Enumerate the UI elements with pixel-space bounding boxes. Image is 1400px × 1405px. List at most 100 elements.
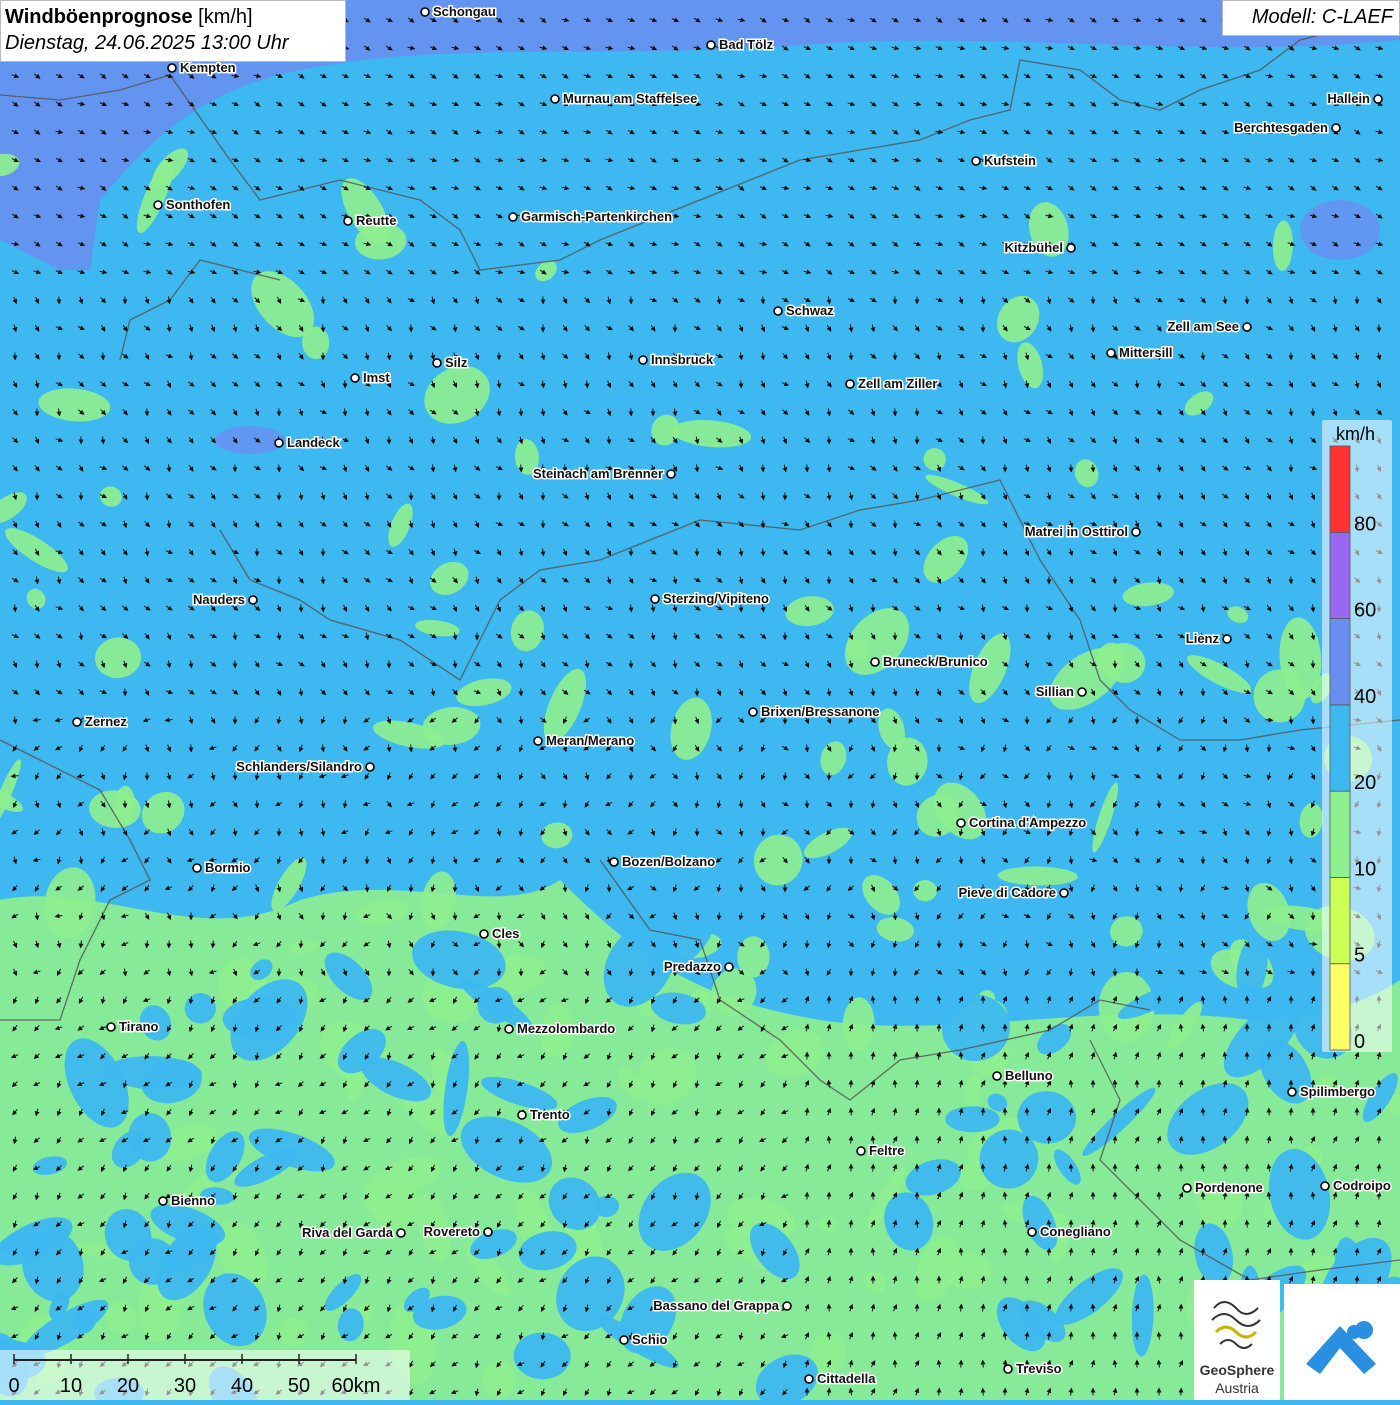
strong-gust-area xyxy=(215,426,285,454)
city-name: Cittadella xyxy=(817,1371,876,1386)
city-name: Schongau xyxy=(433,4,496,19)
legend-band xyxy=(1330,877,1350,963)
city-name: Belluno xyxy=(1005,1068,1053,1083)
wind-arrow xyxy=(1181,1333,1182,1340)
city-marker[interactable]: Garmisch-Partenkirchen xyxy=(509,209,672,224)
city-marker[interactable]: Berchtesgaden xyxy=(1234,120,1340,135)
city-marker[interactable]: Bozen/Bolzano xyxy=(610,854,715,869)
title-unit: [km/h] xyxy=(198,6,252,28)
app-logo[interactable] xyxy=(1284,1284,1400,1400)
city-marker[interactable]: Matrei in Osttirol xyxy=(1025,524,1140,539)
city-dot xyxy=(366,763,374,771)
city-marker[interactable]: Murnau am Staffelsee xyxy=(551,91,697,106)
city-marker[interactable]: Sonthofen xyxy=(154,197,230,212)
wind-gust-map[interactable]: SchongauBad TölzKemptenMurnau am Staffel… xyxy=(0,0,1400,1400)
city-name: Mittersill xyxy=(1119,345,1172,360)
city-name: Bormio xyxy=(205,860,251,875)
city-dot xyxy=(518,1111,526,1119)
city-marker[interactable]: Pieve di Cadore xyxy=(958,885,1068,900)
city-name: Riva del Garda xyxy=(302,1225,394,1240)
scale-label: 60km xyxy=(332,1375,381,1397)
city-name: Trento xyxy=(530,1107,570,1122)
city-marker[interactable]: Riva del Garda xyxy=(302,1225,405,1240)
city-marker[interactable]: Spilimbergo xyxy=(1288,1084,1375,1099)
city-name: Nauders xyxy=(193,592,245,607)
legend-band xyxy=(1330,446,1350,532)
city-dot xyxy=(749,708,757,716)
legend-tick-label: 0 xyxy=(1354,1031,1365,1052)
city-dot xyxy=(73,718,81,726)
city-name: Cortina d'Ampezzo xyxy=(969,815,1086,830)
city-dot xyxy=(846,380,854,388)
wind-arrow xyxy=(1291,1109,1292,1116)
wind-arrow xyxy=(125,689,126,696)
city-dot xyxy=(421,8,429,16)
city-name: Schio xyxy=(632,1332,667,1347)
city-name: Garmisch-Partenkirchen xyxy=(521,209,672,224)
wind-arrow xyxy=(301,941,302,948)
legend-tick-label: 40 xyxy=(1354,686,1376,708)
city-dot xyxy=(1332,124,1340,132)
city-marker[interactable]: Pordenone xyxy=(1183,1180,1263,1195)
city-dot xyxy=(857,1147,865,1155)
city-marker[interactable]: Innsbruck xyxy=(639,352,714,367)
wind-arrow xyxy=(1071,1305,1072,1312)
city-name: Murnau am Staffelsee xyxy=(563,91,697,106)
city-marker[interactable]: Sterzing/Vipiteno xyxy=(651,591,769,606)
city-marker[interactable]: Brixen/Bressanone xyxy=(749,704,880,719)
legend-band xyxy=(1330,619,1350,705)
city-name: Bad Tölz xyxy=(719,37,774,52)
wind-arrow xyxy=(1291,717,1292,724)
city-name: Feltre xyxy=(869,1143,904,1158)
city-name: Silz xyxy=(445,355,468,370)
city-marker[interactable]: Zell am Ziller xyxy=(846,376,937,391)
city-name: Matrei in Osttirol xyxy=(1025,524,1128,539)
city-dot xyxy=(534,737,542,745)
city-dot xyxy=(1374,95,1382,103)
scale-bar: 0102030405060km xyxy=(0,1350,410,1400)
city-dot xyxy=(639,356,647,364)
scale-label: 40 xyxy=(231,1375,253,1397)
city-marker[interactable]: Zell am See xyxy=(1167,319,1251,334)
city-marker[interactable]: Meran/Merano xyxy=(534,733,634,748)
city-marker[interactable]: Schongau xyxy=(421,4,496,19)
city-dot xyxy=(1067,244,1075,252)
city-name: Sterzing/Vipiteno xyxy=(663,591,769,606)
scale-label: 30 xyxy=(174,1375,196,1397)
geosphere-logo[interactable]: GeoSphere Austria xyxy=(1194,1280,1280,1400)
city-dot xyxy=(993,1072,1001,1080)
city-marker[interactable]: Bruneck/Brunico xyxy=(871,654,988,669)
city-marker[interactable]: Conegliano xyxy=(1028,1224,1111,1239)
wind-arrow xyxy=(829,437,830,444)
city-name: Predazzo xyxy=(664,959,721,974)
color-legend: km/h 051020406080 xyxy=(1322,420,1392,1052)
legend-band xyxy=(1330,705,1350,791)
wind-arrow xyxy=(521,465,522,472)
wind-arrow xyxy=(1027,1109,1028,1116)
city-name: Berchtesgaden xyxy=(1234,120,1328,135)
wind-arrow xyxy=(323,913,324,920)
city-name: Schwaz xyxy=(786,303,834,318)
city-marker[interactable]: Cortina d'Ampezzo xyxy=(957,815,1086,830)
legend-band xyxy=(1330,791,1350,877)
city-dot xyxy=(159,1197,167,1205)
city-name: Treviso xyxy=(1016,1361,1062,1376)
city-marker[interactable]: Bassano del Grappa xyxy=(653,1298,791,1313)
wind-arrow xyxy=(917,1277,918,1284)
city-name: Zell am Ziller xyxy=(858,376,937,391)
legend-tick-label: 20 xyxy=(1354,772,1376,794)
map-title-box: Windböenprognose [km/h] Dienstag, 24.06.… xyxy=(0,0,346,62)
wind-arrow xyxy=(15,605,16,612)
wind-arrow xyxy=(851,1109,852,1116)
city-marker[interactable]: Steinach am Brenner xyxy=(533,466,675,481)
city-marker[interactable]: Mezzolombardo xyxy=(505,1021,615,1036)
city-name: Pieve di Cadore xyxy=(958,885,1056,900)
city-dot xyxy=(707,41,715,49)
wind-arrow xyxy=(213,941,214,948)
wind-arrow xyxy=(675,717,676,724)
city-dot xyxy=(351,374,359,382)
wind-arrow xyxy=(983,1361,984,1368)
moderate-gust-patch xyxy=(945,1106,999,1132)
city-marker[interactable]: Schlanders/Silandro xyxy=(236,759,374,774)
city-name: Pordenone xyxy=(1195,1180,1263,1195)
